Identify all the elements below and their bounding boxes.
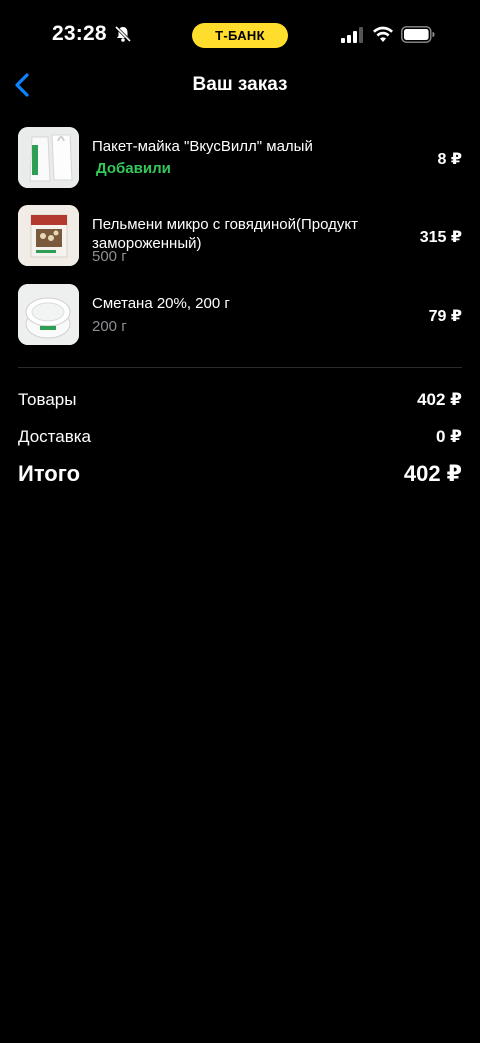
order-item[interactable]: Сметана 20%, 200 г 200 г 79 ₽ [18,284,464,346]
item-weight: 200 г [92,318,127,335]
status-bar: 23:28 Т-БАНК [0,0,480,70]
product-image-sour-cream [18,284,79,345]
bell-slash-icon [114,25,132,43]
goods-label: Товары [18,390,77,409]
added-status: Добавили [96,160,171,177]
delivery-value: 0 ₽ [435,427,462,446]
item-price: 8 ₽ [437,151,462,168]
summary-divider [18,367,462,368]
product-image-bag [18,127,79,188]
cellular-signal-icon [341,27,363,43]
item-price: 79 ₽ [428,308,462,325]
item-weight: 500 г [92,248,127,265]
total-label: Итого [18,461,81,486]
item-name: Пельмени микро с говядиной(Продукт замор… [92,216,358,252]
status-time: 23:28 [52,22,107,45]
product-image-dumplings [18,205,79,266]
item-name: Сметана 20%, 200 г [92,295,230,312]
wifi-icon [373,26,393,42]
item-price: 315 ₽ [419,229,462,246]
goods-value: 402 ₽ [417,390,462,409]
page-title: Ваш заказ [192,74,288,95]
total-value: 402 ₽ [403,461,462,486]
order-item[interactable]: Пакет-майка "ВкусВилл" малый Добавили 8 … [18,127,464,189]
bank-badge[interactable]: Т-БАНК [192,23,288,48]
item-name: Пакет-майка "ВкусВилл" малый [92,138,313,155]
delivery-label: Доставка [18,427,92,446]
battery-icon [401,26,435,43]
order-item[interactable]: Пельмени микро с говядиной(Продукт замор… [18,205,464,267]
